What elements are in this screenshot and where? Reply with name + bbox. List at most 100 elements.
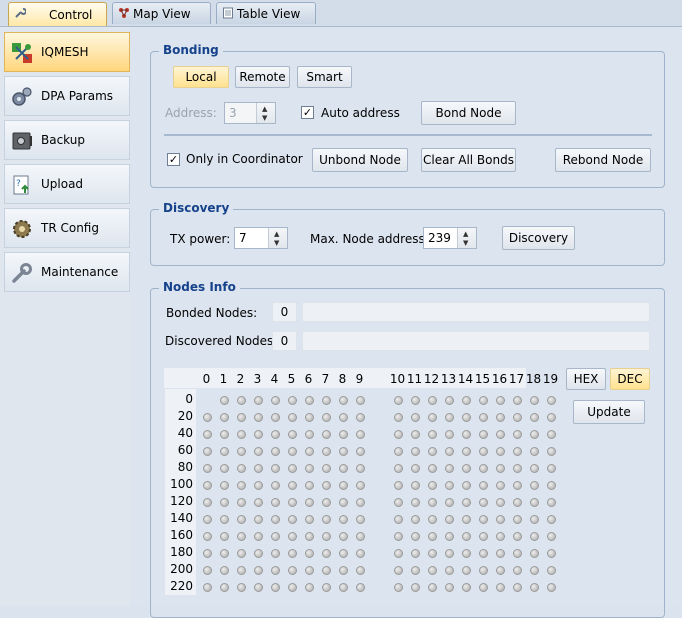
- node-indicator: [356, 430, 365, 439]
- sidebar-item-label: TR Config: [41, 221, 99, 235]
- node-indicator: [356, 498, 365, 507]
- node-indicator: [547, 566, 556, 575]
- node-indicator: [462, 413, 471, 422]
- column-label: 4: [270, 372, 279, 386]
- node-indicator: [288, 430, 297, 439]
- discovered-nodes-field: [302, 331, 650, 351]
- max-node-address-spinner[interactable]: 239 ▲ ▼: [423, 227, 477, 249]
- node-indicator: [237, 566, 246, 575]
- node-indicator: [411, 447, 420, 456]
- spinner-arrows[interactable]: ▲ ▼: [256, 103, 275, 123]
- node-indicator: [288, 447, 297, 456]
- sidebar-item-label: IQMESH: [41, 45, 89, 59]
- node-indicator: [496, 549, 505, 558]
- node-indicator: [203, 566, 212, 575]
- node-indicator: [203, 583, 212, 592]
- tab-control[interactable]: Control: [8, 2, 107, 26]
- node-indicator: [411, 583, 420, 592]
- safe-icon: [12, 132, 32, 150]
- node-indicator: [547, 430, 556, 439]
- tab-label: Control: [49, 7, 93, 22]
- node-indicator: [547, 447, 556, 456]
- node-indicator: [445, 583, 454, 592]
- node-indicator: [220, 498, 229, 507]
- node-indicator: [322, 566, 331, 575]
- upload-document-icon: ?: [13, 175, 29, 195]
- node-indicator: [394, 464, 403, 473]
- node-indicator: [462, 464, 471, 473]
- node-indicator: [479, 396, 488, 405]
- node-indicator: [394, 532, 403, 541]
- address-spinner[interactable]: 3 ▲ ▼: [224, 102, 276, 124]
- column-label: 9: [355, 372, 364, 386]
- row-label: 60: [177, 443, 193, 457]
- node-indicator: [305, 566, 314, 575]
- node-indicator: [305, 430, 314, 439]
- sidebar-item-iqmesh[interactable]: IQMESH: [4, 32, 130, 72]
- sidebar-item-maintenance[interactable]: Maintenance: [4, 252, 130, 292]
- node-indicator: [237, 498, 246, 507]
- spinner-arrows[interactable]: ▲ ▼: [457, 228, 476, 248]
- sidebar-item-tr-config[interactable]: TR Config: [4, 208, 130, 248]
- node-indicator: [237, 583, 246, 592]
- row-label: 80: [177, 460, 193, 474]
- node-indicator: [547, 498, 556, 507]
- discovery-button[interactable]: Discovery: [502, 226, 575, 250]
- address-label: Address:: [165, 106, 217, 120]
- mode-remote-button[interactable]: Remote: [235, 66, 290, 88]
- clear-all-bonds-button[interactable]: Clear All Bonds: [421, 148, 516, 172]
- node-indicator: [322, 549, 331, 558]
- auto-address-checkbox[interactable]: ✓: [301, 106, 314, 119]
- sidebar-item-backup[interactable]: Backup: [4, 120, 130, 160]
- node-indicator: [428, 549, 437, 558]
- bonding-title: Bonding: [159, 43, 223, 57]
- node-indicator: [322, 583, 331, 592]
- node-indicator: [305, 583, 314, 592]
- only-coordinator-checkbox[interactable]: ✓: [167, 153, 180, 166]
- hex-button[interactable]: HEX: [566, 368, 606, 390]
- node-indicator: [513, 413, 522, 422]
- bond-node-button[interactable]: Bond Node: [421, 101, 516, 125]
- column-label: 3: [253, 372, 262, 386]
- dec-button[interactable]: DEC: [610, 368, 650, 390]
- tab-table-view[interactable]: Table View: [216, 2, 316, 24]
- unbond-node-button[interactable]: Unbond Node: [312, 148, 408, 172]
- node-indicator: [547, 396, 556, 405]
- node-indicator: [339, 396, 348, 405]
- rebond-node-button[interactable]: Rebond Node: [555, 148, 651, 172]
- node-indicator: [445, 515, 454, 524]
- node-indicator: [428, 447, 437, 456]
- node-indicator: [462, 566, 471, 575]
- mode-smart-button[interactable]: Smart: [297, 66, 352, 88]
- node-indicator: [530, 583, 539, 592]
- node-indicator: [445, 464, 454, 473]
- spinner-arrows[interactable]: ▲ ▼: [268, 228, 287, 248]
- sidebar-item-upload[interactable]: ? Upload: [4, 164, 130, 204]
- row-label: 120: [170, 494, 193, 508]
- tx-power-spinner[interactable]: 7 ▲ ▼: [234, 227, 288, 249]
- node-indicator: [356, 396, 365, 405]
- node-indicator: [513, 464, 522, 473]
- node-indicator: [220, 566, 229, 575]
- node-indicator: [271, 430, 280, 439]
- node-indicator: [530, 515, 539, 524]
- checkmark-icon: ✓: [168, 153, 179, 166]
- sidebar-item-dpa-params[interactable]: DPA Params: [4, 76, 130, 116]
- node-indicator: [356, 532, 365, 541]
- tab-map-view[interactable]: Map View: [112, 2, 211, 24]
- node-indicator: [479, 532, 488, 541]
- node-indicator: [220, 481, 229, 490]
- tx-power-label: TX power:: [170, 232, 231, 246]
- node-indicator: [411, 413, 420, 422]
- node-indicator: [394, 413, 403, 422]
- node-indicator: [305, 515, 314, 524]
- svg-text:?: ?: [16, 179, 21, 189]
- node-indicator: [445, 413, 454, 422]
- mode-local-button[interactable]: Local: [173, 66, 229, 88]
- node-indicator: [288, 464, 297, 473]
- column-label: 18: [525, 372, 542, 386]
- column-label: 11: [406, 372, 423, 386]
- update-button[interactable]: Update: [573, 400, 645, 424]
- node-indicator: [479, 515, 488, 524]
- bonded-count-field: 0: [272, 302, 297, 322]
